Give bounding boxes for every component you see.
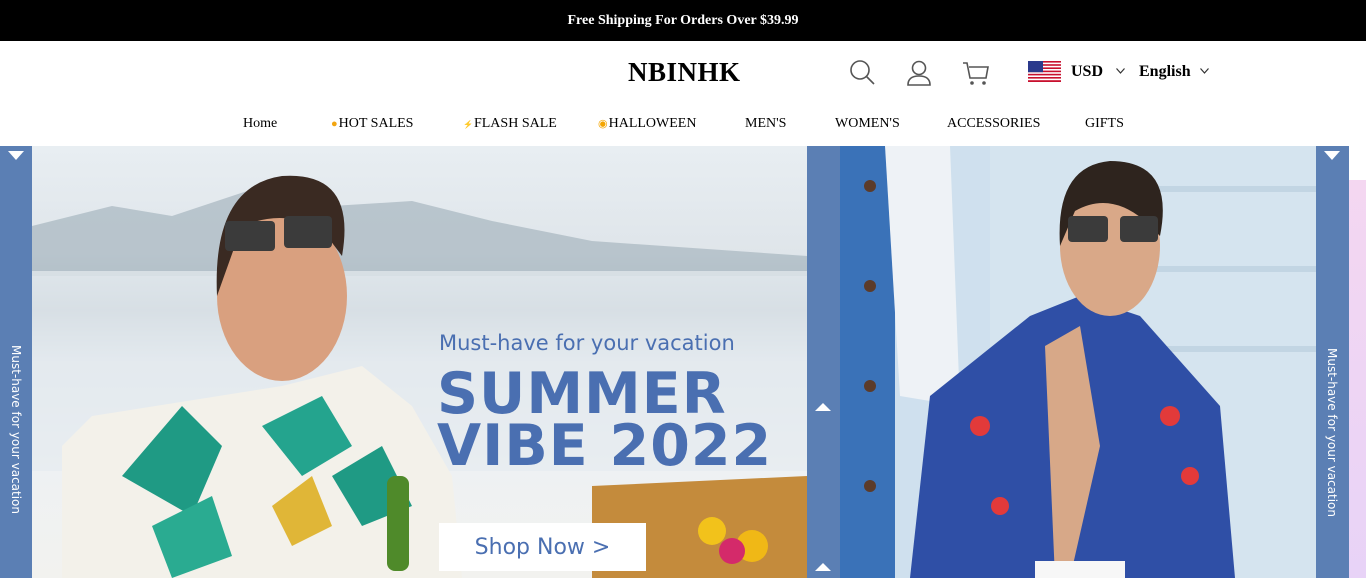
arrow-down-icon [1324, 151, 1340, 160]
nav-item-label: MEN'S [745, 116, 787, 131]
promo-title-line-2: VIBE 2022 [437, 413, 773, 479]
hero-banner: Must-have for your vacation Must-have fo… [0, 146, 1366, 578]
user-icon[interactable] [905, 59, 933, 87]
nav-item-womens[interactable]: WOMEN'S [835, 116, 900, 132]
nav-item-accessories[interactable]: ACCESSORIES [947, 116, 1040, 132]
next-slide-peek [1349, 180, 1366, 578]
shop-now-button[interactable]: Shop Now > [439, 523, 646, 571]
flash-icon: ⚡ [463, 120, 473, 129]
announcement-bar: Free Shipping For Orders Over $39.99 [0, 0, 1366, 41]
currency-selector[interactable]: USD [1071, 63, 1103, 81]
nav-item-label: GIFTS [1085, 116, 1124, 131]
hot-icon: ● [331, 118, 338, 130]
nav-item-hot-sales[interactable]: ●HOT SALES [331, 116, 413, 132]
site-logo[interactable]: NBINHK [628, 57, 741, 88]
promo-subtitle: Must-have for your vacation [439, 331, 735, 355]
search-icon[interactable] [849, 59, 877, 87]
hero-photo-man-shirt [840, 146, 1316, 578]
language-selector[interactable]: English [1139, 63, 1191, 81]
chevron-down-icon[interactable] [1116, 68, 1125, 74]
nav-item-label: Home [243, 116, 278, 131]
us-flag-icon [1028, 61, 1061, 82]
nav-item-label: WOMEN'S [835, 116, 900, 131]
hero-slide-secondary[interactable] [840, 146, 1316, 578]
nav-item-label: HOT SALES [338, 116, 414, 131]
side-tab-label: Must-have for your vacation [1325, 348, 1339, 518]
hero-slide-main[interactable]: Must-have for your vacation SUMMER VIBE … [32, 146, 807, 578]
nav-item-home[interactable]: Home [243, 116, 277, 132]
side-tab-right[interactable]: Must-have for your vacation [1316, 146, 1349, 578]
promo-title: SUMMER VIBE 2022 [437, 366, 773, 479]
side-tab-middle[interactable] [807, 146, 840, 578]
arrow-down-icon [8, 151, 24, 160]
chevron-down-icon[interactable] [1200, 68, 1209, 74]
site-header: NBINHK USD English [0, 41, 1366, 105]
nav-item-label: FLASH SALE [473, 116, 557, 131]
nav-item-gifts[interactable]: GIFTS [1085, 116, 1124, 132]
nav-item-label: ACCESSORIES [947, 116, 1041, 131]
side-tab-label: Must-have for your vacation [9, 345, 23, 515]
nav-item-mens[interactable]: MEN'S [745, 116, 786, 132]
nav-item-halloween[interactable]: ◉HALLOWEEN [598, 116, 696, 132]
announcement-text: Free Shipping For Orders Over $39.99 [567, 12, 799, 28]
main-nav: Home ●HOT SALES ⚡FLASH SALE ◉HALLOWEEN M… [0, 105, 1366, 145]
arrow-up-icon [815, 563, 831, 571]
arrow-up-icon [815, 403, 831, 411]
nav-item-flash-sale[interactable]: ⚡FLASH SALE [463, 116, 557, 132]
pumpkin-icon: ◉ [598, 118, 608, 130]
nav-item-label: HALLOWEEN [608, 116, 697, 131]
cart-icon[interactable] [962, 59, 990, 87]
side-tab-left[interactable]: Must-have for your vacation [0, 146, 32, 578]
